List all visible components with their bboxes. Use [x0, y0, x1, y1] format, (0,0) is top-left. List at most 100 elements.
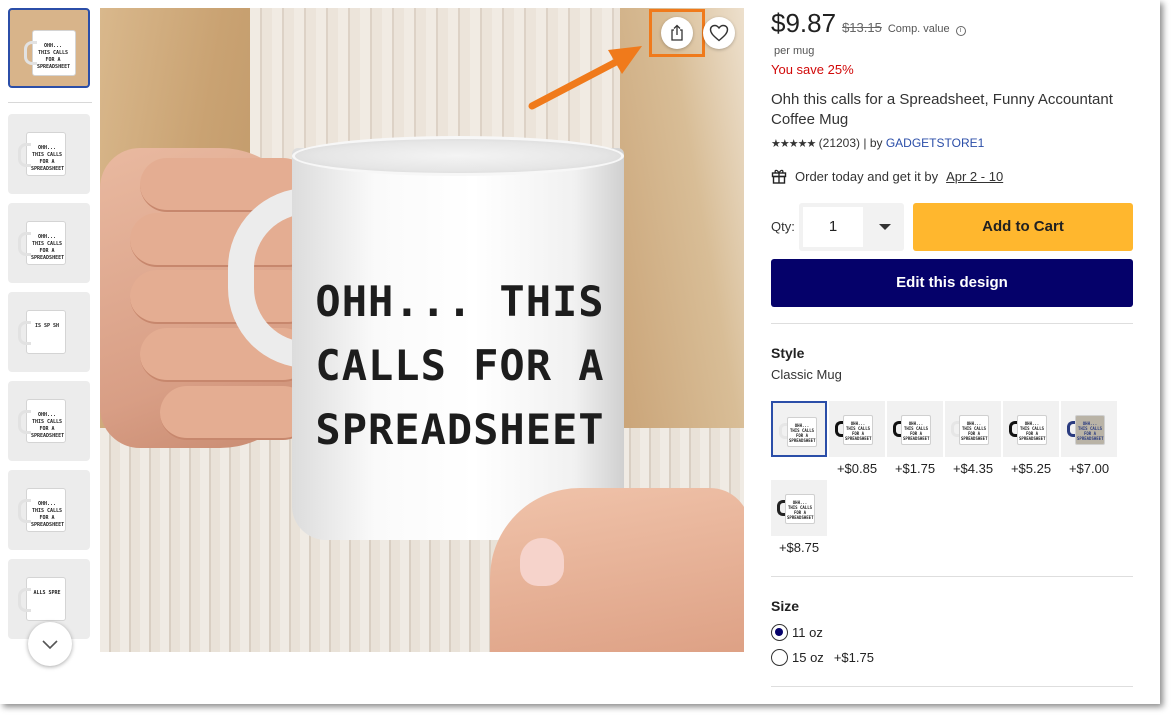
thumbnail-4[interactable]: IS SP SH	[8, 292, 90, 372]
style-option-price: +$8.75	[778, 540, 820, 555]
size-option-15oz[interactable]: 15 oz +$1.75	[771, 649, 874, 666]
size-option-11oz[interactable]: 11 oz	[771, 624, 823, 641]
style-option-5[interactable]: OHH... THIS CALLS FOR A SPREADSHEET +$5.2…	[1003, 401, 1059, 476]
delivery-date-link[interactable]: Apr 2 - 10	[946, 169, 1003, 184]
swatch-mug-text: OHH... THIS CALLS FOR A SPREADSHEET	[903, 421, 930, 441]
radio-button[interactable]	[771, 624, 788, 641]
star-rating[interactable]: ★★★★★	[771, 138, 816, 150]
style-option-6[interactable]: OHH... THIS CALLS FOR A SPREADSHEET +$7.0…	[1061, 401, 1117, 476]
style-option-price: +$7.00	[1068, 461, 1110, 476]
size-option-label: 15 oz	[792, 650, 824, 665]
thumbnail-1[interactable]: OHH... THIS CALLS FOR A SPREADSHEET	[8, 8, 90, 88]
quantity-select[interactable]: 1	[799, 203, 904, 251]
savings-text: You save 25%	[771, 62, 854, 77]
size-option-label: 11 oz	[792, 625, 823, 640]
thumbnail-mug: OHH... THIS CALLS FOR A SPREADSHEET	[18, 399, 66, 443]
swatch-mug-text: OHH... THIS CALLS FOR A SPREADSHEET	[1019, 421, 1046, 441]
thumbnail-6[interactable]: OHH... THIS CALLS FOR A SPREADSHEET	[8, 470, 90, 550]
mug-text-line-1: OHH... THIS	[315, 277, 605, 326]
comparison-label: Comp. value	[887, 23, 950, 35]
thumbnail-mug-text: OHH... THIS CALLS FOR A SPREADSHEET	[37, 43, 71, 70]
share-button[interactable]	[661, 17, 693, 49]
quantity-value[interactable]: 1	[803, 207, 863, 247]
thumbnail-mug-text: OHH... THIS CALLS FOR A SPREADSHEET	[31, 145, 65, 172]
radio-button[interactable]	[771, 649, 788, 666]
heart-icon	[709, 24, 729, 42]
thumbnail-mug: OHH... THIS CALLS FOR A SPREADSHEET	[24, 30, 76, 76]
thumbnail-5[interactable]: OHH... THIS CALLS FOR A SPREADSHEET	[8, 381, 90, 461]
by-label: | by	[863, 136, 883, 150]
thumbnail-column: OHH... THIS CALLS FOR A SPREADSHEET OHH.…	[8, 8, 92, 658]
add-to-cart-button[interactable]: Add to Cart	[913, 203, 1133, 251]
style-option-price: +$0.85	[836, 461, 878, 476]
annotation-arrow	[528, 46, 642, 110]
style-selected-value: Classic Mug	[771, 367, 842, 382]
divider	[771, 686, 1133, 687]
style-swatch-image[interactable]: OHH... THIS CALLS FOR A SPREADSHEET	[771, 480, 827, 536]
thumbnail-mug: OHH... THIS CALLS FOR A SPREADSHEET	[18, 488, 66, 532]
size-heading: Size	[771, 598, 800, 614]
shipping-row: Order today and get it by Apr 2 - 10	[771, 168, 1133, 184]
product-page: OHH... THIS CALLS FOR A SPREADSHEET OHH.…	[0, 0, 1160, 704]
swatch-mug-text: OHH... THIS CALLS FOR A SPREADSHEET	[1077, 421, 1104, 441]
product-title: Ohh this calls for a Spreadsheet, Funny …	[771, 91, 1113, 128]
style-swatch-image[interactable]: OHH... THIS CALLS FOR A SPREADSHEET	[1061, 401, 1117, 457]
thumbnail-mug-text: OHH... THIS CALLS FOR A SPREADSHEET	[31, 412, 65, 439]
chevron-down-icon	[42, 640, 58, 650]
size-option-price: +$1.75	[833, 650, 874, 665]
swatch-mug-text: OHH... THIS CALLS FOR A SPREADSHEET	[787, 500, 814, 520]
style-option-3[interactable]: OHH... THIS CALLS FOR A SPREADSHEET +$1.7…	[887, 401, 943, 476]
style-option-price: +$4.35	[952, 461, 994, 476]
style-swatch-image[interactable]: OHH... THIS CALLS FOR A SPREADSHEET	[829, 401, 885, 457]
style-option-price: +$5.25	[1010, 461, 1052, 476]
image-mug-rim	[292, 136, 624, 176]
gift-icon	[771, 169, 787, 184]
caret-down-icon[interactable]	[879, 224, 891, 230]
per-unit-label: per mug	[774, 45, 815, 57]
swatch-mug-text: OHH... THIS CALLS FOR A SPREADSHEET	[789, 423, 816, 443]
image-fingernail	[520, 538, 564, 586]
mug-text-line-2: CALLS FOR A	[315, 341, 605, 390]
style-swatch-image[interactable]: OHH... THIS CALLS FOR A SPREADSHEET	[887, 401, 943, 457]
style-swatch-image[interactable]: OHH... THIS CALLS FOR A SPREADSHEET	[1003, 401, 1059, 457]
mug-print-text: OHH... THIS CALLS FOR A SPREADSHEET	[310, 270, 610, 462]
thumbnail-mug: OHH... THIS CALLS FOR A SPREADSHEET	[18, 132, 66, 176]
style-option-2[interactable]: OHH... THIS CALLS FOR A SPREADSHEET +$0.8…	[829, 401, 885, 476]
favorite-button[interactable]	[703, 17, 735, 49]
mug-text-line-3: SPREADSHEET	[315, 405, 605, 454]
image-finger	[160, 386, 310, 440]
info-icon[interactable]: i	[955, 26, 966, 36]
thumbnail-mug: IS SP SH	[18, 310, 66, 354]
store-link[interactable]: GADGETSTORE1	[886, 136, 984, 150]
thumbnail-3[interactable]: OHH... THIS CALLS FOR A SPREADSHEET	[8, 203, 90, 283]
review-count[interactable]: (21203)	[819, 136, 860, 150]
divider	[771, 323, 1133, 324]
style-option-7[interactable]: OHH... THIS CALLS FOR A SPREADSHEET +$8.7…	[771, 480, 827, 555]
divider	[771, 576, 1133, 577]
style-option-1[interactable]: OHH... THIS CALLS FOR A SPREADSHEET	[771, 401, 827, 457]
price-row: $9.87 $13.15 Comp. value i	[771, 8, 1133, 39]
thumbnail-divider	[8, 102, 92, 103]
thumbnails-scroll-down-button[interactable]	[28, 622, 72, 666]
style-swatch-image[interactable]: OHH... THIS CALLS FOR A SPREADSHEET	[945, 401, 1001, 457]
thumbnail-mug-text: OHH... THIS CALLS FOR A SPREADSHEET	[31, 234, 65, 261]
price: $9.87	[771, 8, 837, 38]
style-option-price: +$1.75	[894, 461, 936, 476]
thumbnail-mug-text: ALLS SPRE	[33, 590, 61, 596]
swatch-mug-text: OHH... THIS CALLS FOR A SPREADSHEET	[961, 421, 988, 441]
thumbnail-mug-text: OHH... THIS CALLS FOR A SPREADSHEET	[31, 501, 65, 528]
thumbnail-mug: ALLS SPRE	[18, 577, 66, 621]
style-swatch-image[interactable]: OHH... THIS CALLS FOR A SPREADSHEET	[771, 401, 827, 457]
qty-label: Qty:	[771, 219, 795, 234]
edit-design-button[interactable]: Edit this design	[771, 259, 1133, 307]
style-option-4[interactable]: OHH... THIS CALLS FOR A SPREADSHEET +$4.3…	[945, 401, 1001, 476]
shipping-text: Order today and get it by	[795, 168, 939, 184]
comparison-price: $13.15	[842, 20, 882, 35]
swatch-mug-text: OHH... THIS CALLS FOR A SPREADSHEET	[845, 421, 872, 441]
share-icon	[671, 24, 683, 41]
product-info-panel: $9.87 $13.15 Comp. value i per mug You s…	[771, 8, 1133, 687]
quantity-row: Qty: 1 Add to Cart	[771, 203, 1133, 251]
thumbnail-mug-text: IS SP SH	[34, 323, 60, 329]
thumbnail-mug: OHH... THIS CALLS FOR A SPREADSHEET	[18, 221, 66, 265]
thumbnail-2[interactable]: OHH... THIS CALLS FOR A SPREADSHEET	[8, 114, 90, 194]
